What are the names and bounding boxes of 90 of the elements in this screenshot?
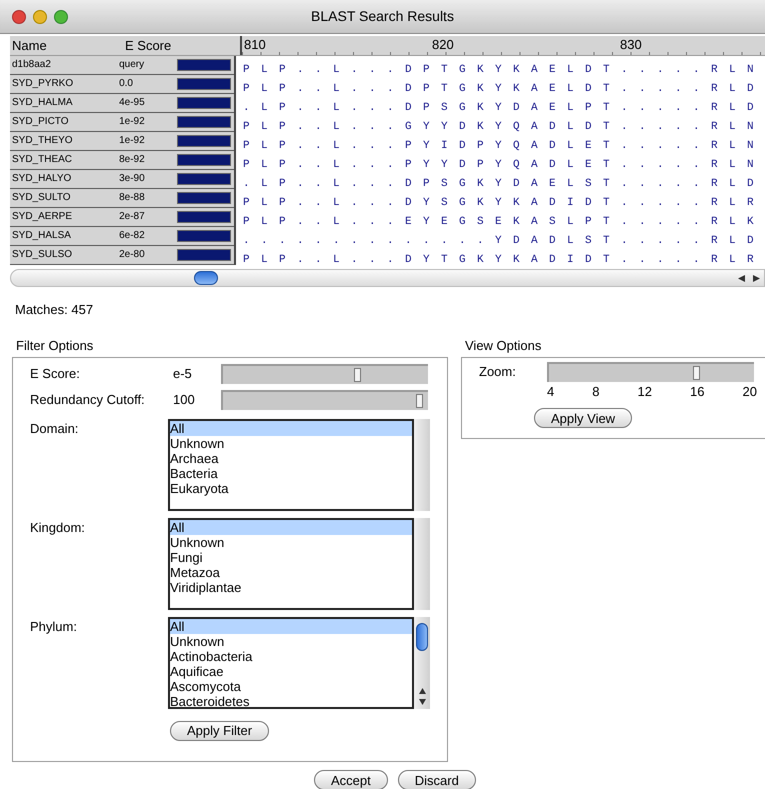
sequence-text: PLP..L...DYSGKYKADIDT.....RLR [242,197,765,209]
table-cell: SYD_SULSO [10,246,120,265]
window-title: BLAST Search Results [311,7,454,26]
scroll-down-icon[interactable] [418,699,426,705]
tick-label: 8 [592,383,600,401]
table-cell: SYD_AERPE [10,208,120,227]
slider-value: 100 [173,391,196,410]
close-icon[interactable] [12,10,26,24]
table-cell: 8e-92 [119,151,178,170]
table-cell: 0.0 [119,75,178,94]
push-button[interactable]: Discard [398,770,476,789]
sequence-text: PLP..L...PYIDPYQADLET.....RLN [242,140,765,152]
list-item[interactable]: Bacteria [170,466,412,481]
ruler-label: 810 [244,36,266,54]
list-box[interactable]: All Unknown Archaea Bacteria Eukaryota [168,419,414,511]
list-item[interactable]: Aquificae [170,664,412,679]
list-item[interactable]: Bacteroidetes [170,694,412,707]
column-header: E Score [125,37,172,55]
table-cell: SYD_HALYO [10,170,120,189]
list-item[interactable]: Viridiplantae [170,580,412,595]
field-label: Kingdom: [30,519,86,537]
table-cell: 2e-80 [119,246,178,265]
table-cell: query [119,56,178,75]
tick-label: 4 [547,383,554,401]
table-cell: 1e-92 [119,132,178,151]
list-item[interactable]: All [170,421,412,436]
table-cell: SYD_THEAC [10,151,120,170]
field-label: Redundancy Cutoff: [30,391,146,410]
table-cell: SYD_SULTO [10,189,120,208]
list-item[interactable]: Ascomycota [170,679,412,694]
push-button[interactable]: Apply View [534,408,632,428]
column-header: Name [11,37,48,55]
slider-thumb[interactable] [354,368,362,382]
field-label: E Score: [30,365,81,384]
list-box[interactable]: All Unknown Fungi Metazoa Viridiplantae [168,518,414,610]
zoom-icon[interactable] [54,10,68,24]
slider-thumb[interactable] [416,394,423,408]
slider-thumb[interactable] [692,366,700,380]
scroll-up-icon[interactable] [418,688,426,694]
list-item[interactable]: Eukaryota [170,481,412,496]
scroll-right-icon[interactable] [753,274,760,282]
tick-label: 16 [690,383,704,401]
table-cell: 2e-87 [119,208,178,227]
sequence-text: PLP..L...DYTGKYKADIDT.....RLR [242,254,765,266]
table-cell: SYD_HALMA [10,94,120,113]
sequence-text: .LP..L...DPSGKYDAELPT.....RLD [242,102,765,114]
sequence-text: .LP..L...DPSGKYDAELST.....RLD [242,178,765,190]
list-item[interactable]: Metazoa [170,565,412,580]
table-cell: SYD_HALSA [10,227,120,246]
minimize-icon[interactable] [33,10,47,24]
list-item[interactable]: All [170,619,412,634]
table-cell: 1e-92 [119,113,178,132]
section-title: Filter Options [16,336,94,355]
sequence-text: PLP..L...DPTGKYKAELDT.....RLN [242,64,765,76]
slider-value: e-5 [173,365,193,384]
ruler-label: 830 [620,36,642,54]
sequence-text: PLP..L...PYYDPYQADLET.....RLN [242,159,765,171]
list-box[interactable]: All Unknown Actinobacteria Aquificae Ascomycota Bacteroidetes [168,617,414,709]
scrollbar-thumb[interactable] [194,271,218,285]
list-item[interactable]: Unknown [170,535,412,550]
list-item[interactable]: Fungi [170,550,412,565]
table-cell: 6e-82 [119,227,178,246]
ruler-label: 820 [432,36,454,54]
table-cell: 4e-95 [119,94,178,113]
matches-count: Matches: 457 [15,301,94,319]
table-cell: 8e-88 [119,189,178,208]
list-item[interactable]: Archaea [170,451,412,466]
sequence-text: PLP..L...EYEGSEKASLPT.....RLK [242,216,765,228]
list-item[interactable]: Unknown [170,634,412,649]
table-cell: d1b8aa2 [10,56,120,75]
table-cell: SYD_PYRKO [10,75,120,94]
field-label: Zoom: [479,363,517,381]
tick-label: 20 [742,383,757,401]
push-button[interactable]: Apply Filter [170,720,270,740]
table-cell: 3e-90 [119,170,178,189]
field-label: Phylum: [30,618,78,636]
sequence-text: ..............YDADLST.....RLD [242,235,765,247]
table-cell: SYD_THEYO [10,132,120,151]
table-cell: SYD_PICTO [10,113,120,132]
scroll-left-icon[interactable] [738,274,745,282]
list-item[interactable]: All [170,520,412,535]
sequence-text: PLP..L...GYYDKYQADLDT.....RLN [242,121,765,133]
sequence-text: PLP..L...DPTGKYKAELDT.....RLD [242,83,765,95]
push-button[interactable]: Accept [314,770,388,789]
scrollbar-thumb[interactable] [416,623,428,651]
field-label: Domain: [30,420,80,438]
list-item[interactable]: Unknown [170,436,412,451]
tick-label: 12 [638,383,652,401]
section-title: View Options [465,336,542,355]
list-item[interactable]: Actinobacteria [170,649,412,664]
